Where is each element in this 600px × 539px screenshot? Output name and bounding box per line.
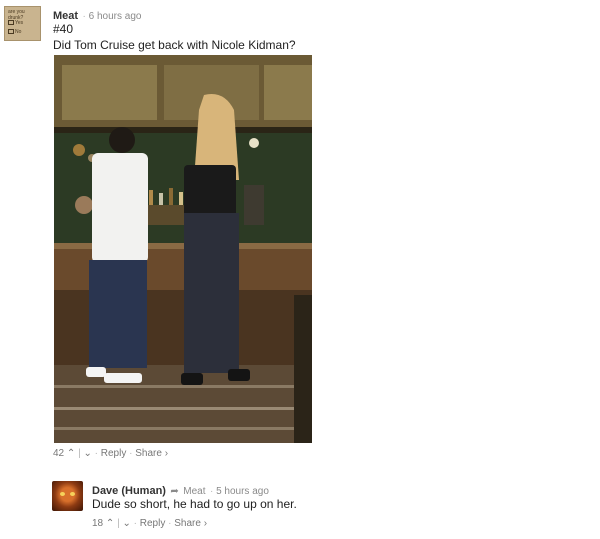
reply-text: Dude so short, he had to go up on her. xyxy=(92,497,297,511)
meta-separator: · xyxy=(129,448,133,459)
bar-photo-illustration xyxy=(54,55,312,443)
comment-text: Did Tom Cruise get back with Nicole Kidm… xyxy=(53,38,296,52)
share-button[interactable]: Share › xyxy=(135,448,168,459)
comment-author[interactable]: Meat xyxy=(53,10,78,22)
vote-divider: | xyxy=(78,448,81,459)
avatar[interactable]: are you drunk? Yes No xyxy=(4,6,41,41)
avatar-eye xyxy=(70,492,75,496)
vote-divider: | xyxy=(117,518,120,529)
vote-count: 42 xyxy=(53,448,65,459)
comment-timestamp[interactable]: 6 hours ago xyxy=(89,11,142,22)
vote-count: 18 xyxy=(92,518,104,529)
reply-author[interactable]: Dave (Human) xyxy=(92,485,166,497)
downvote-icon[interactable]: ⌄ xyxy=(122,518,130,529)
comment-number: #40 xyxy=(53,22,74,36)
upvote-icon[interactable]: ⌃ xyxy=(67,448,75,459)
upvote-icon[interactable]: ⌃ xyxy=(106,518,114,529)
reply-arrow-icon: ➦ xyxy=(170,486,179,497)
avatar-eye xyxy=(60,492,65,496)
comment-actions: 42 ⌃ | ⌄ · Reply · Share › xyxy=(53,448,168,459)
reply-button[interactable]: Reply xyxy=(140,518,166,529)
reply-timestamp[interactable]: 5 hours ago xyxy=(216,486,269,497)
reply-button[interactable]: Reply xyxy=(101,448,127,459)
meta-separator: · xyxy=(133,518,137,529)
comment-image[interactable] xyxy=(54,55,312,443)
reply-actions: 18 ⌃ | ⌄ · Reply · Share › xyxy=(92,518,207,529)
meta-separator: · xyxy=(94,448,98,459)
avatar-option-no: No xyxy=(8,29,21,35)
replying-to-user[interactable]: Meat xyxy=(183,486,205,497)
downvote-icon[interactable]: ⌄ xyxy=(83,448,91,459)
avatar-option-yes: Yes xyxy=(8,20,23,26)
avatar[interactable] xyxy=(52,481,83,511)
meta-separator: · xyxy=(168,518,172,529)
share-button[interactable]: Share › xyxy=(174,518,207,529)
